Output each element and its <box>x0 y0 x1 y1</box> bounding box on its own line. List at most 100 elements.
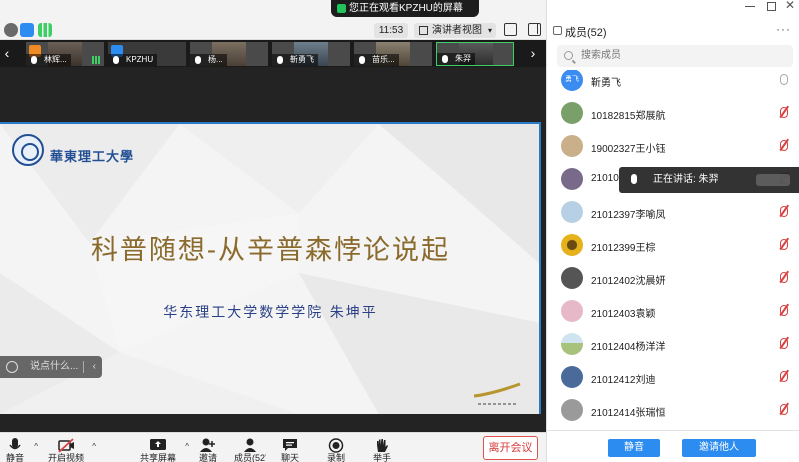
meeting-area: 您正在观看KPZHU的屏幕 11:53 演讲者视图 ▾ ‹ 林辉... KPZH… <box>0 0 546 462</box>
participant-list[interactable]: 勇飞 靳勇飞 10182815郑展航 19002327王小钰 21010 210… <box>547 70 799 426</box>
chat-input[interactable]: 说点什么... ‹ <box>0 356 102 378</box>
thumbnail-name: 苗乐... <box>372 55 395 64</box>
search-members-input[interactable] <box>557 45 793 67</box>
share-banner-text: 您正在观看KPZHU的屏幕 <box>349 3 463 14</box>
participant-name: 21012404杨洋洋 <box>591 342 666 353</box>
university-name: 華東理工大學 <box>50 150 135 165</box>
camera-off-icon <box>58 438 74 453</box>
record-label: 录制 <box>326 453 345 462</box>
mic-icon <box>277 56 283 64</box>
share-screen-button[interactable]: 共享屏幕 ^ <box>137 433 189 462</box>
active-speaker-text: 正在讲话: 朱羿 <box>653 174 719 185</box>
participant-row[interactable]: 21012404杨洋洋 <box>547 329 799 361</box>
chevron-left-icon[interactable]: ‹ <box>0 44 14 62</box>
minimize-icon[interactable] <box>745 6 755 7</box>
chevron-up-icon[interactable]: ^ <box>185 442 189 451</box>
share-screen-icon <box>150 439 166 450</box>
participant-name: 21012414张瑞恒 <box>591 408 666 419</box>
participant-row[interactable]: 21012402沈晨妍 <box>547 263 799 295</box>
divider <box>83 361 84 373</box>
video-thumbnail[interactable]: 苗乐... <box>354 42 432 66</box>
avatar: 勇飞 <box>561 70 583 91</box>
mic-icon <box>195 56 201 64</box>
participant-row[interactable]: 21012403袁颖 <box>547 296 799 328</box>
share-screen-label: 共享屏幕 <box>139 453 176 462</box>
participant-row[interactable]: 21012412刘迪 <box>547 362 799 394</box>
toggle-panel-button[interactable] <box>528 23 541 36</box>
raise-hand-icon <box>377 439 388 452</box>
avatar <box>561 168 583 190</box>
participant-row[interactable]: 21012397李喻凤 <box>547 197 799 229</box>
microphone-muted-icon[interactable] <box>780 404 788 415</box>
video-thumbnail[interactable]: 杨... <box>190 42 268 66</box>
mic-icon <box>31 56 37 64</box>
thumbnail-name: 杨... <box>208 55 223 64</box>
participant-row[interactable]: 19002327王小钰 <box>547 131 799 163</box>
thumbnail-name: 朱羿 <box>455 54 471 63</box>
microphone-muted-icon[interactable] <box>780 239 788 250</box>
microphone-icon <box>631 174 637 184</box>
microphone-muted-icon[interactable] <box>780 305 788 316</box>
participant-name: 靳勇飞 <box>591 78 621 89</box>
chevron-up-icon[interactable]: ^ <box>34 442 38 451</box>
microphone-muted-icon[interactable] <box>780 107 788 118</box>
participant-name: 21012412刘迪 <box>591 375 656 386</box>
start-video-button[interactable]: 开启视频 ^ <box>46 433 96 462</box>
invite-others-button[interactable]: 邀请他人 <box>682 439 756 457</box>
view-mode-button[interactable]: 演讲者视图 ▾ <box>414 23 496 38</box>
share-banner[interactable]: 您正在观看KPZHU的屏幕 <box>331 0 479 17</box>
chat-button[interactable]: 聊天 <box>278 433 302 462</box>
mic-icon <box>442 55 448 63</box>
mute-button[interactable]: 静音 ^ <box>2 433 38 462</box>
participant-row[interactable]: 10182815郑展航 <box>547 98 799 130</box>
security-shield-icon[interactable] <box>20 23 34 37</box>
slide-subtitle: 华东理工大学数学学院 朱坤平 <box>163 305 378 321</box>
video-thumbnail[interactable]: 林辉... <box>26 42 104 66</box>
microphone-muted-icon[interactable] <box>780 272 788 283</box>
panel-footer: 静音 邀请他人 <box>547 430 799 462</box>
video-thumbnail[interactable]: KPZHU <box>108 42 186 66</box>
signal-icon[interactable] <box>38 23 52 37</box>
participant-name: 21012399王棕 <box>591 243 656 254</box>
participant-name: 19002327王小钰 <box>591 144 666 155</box>
thumbnail-name: 靳勇飞 <box>290 55 314 64</box>
microphone-muted-icon[interactable] <box>780 338 788 349</box>
thumbnail-name: 林辉... <box>44 55 67 64</box>
close-icon[interactable]: ✕ <box>785 0 795 12</box>
record-button[interactable]: 录制 <box>324 433 348 462</box>
more-icon[interactable]: ··· <box>776 22 791 36</box>
microphone-muted-icon[interactable] <box>780 371 788 382</box>
chevron-left-icon[interactable]: ‹ <box>93 356 96 378</box>
invite-button-toolbar[interactable]: 邀请 <box>196 433 220 462</box>
microphone-muted-icon[interactable] <box>780 206 788 217</box>
grid-icon <box>419 26 428 35</box>
participants-icon <box>244 438 256 452</box>
fullscreen-button[interactable] <box>504 23 517 36</box>
avatar <box>561 333 583 355</box>
participant-row[interactable]: 21012414张瑞恒 <box>547 395 799 426</box>
screen-share-icon <box>337 4 346 13</box>
avatar <box>561 300 583 322</box>
participants-button[interactable]: 成员(52) <box>234 433 266 462</box>
participant-row[interactable]: 勇飞 靳勇飞 <box>547 70 799 97</box>
video-thumbnail[interactable]: 朱羿 <box>436 42 514 66</box>
raise-hand-button[interactable]: 举手 <box>370 433 394 462</box>
search-icon <box>564 51 573 60</box>
chevron-down-icon: ▾ <box>487 26 492 35</box>
meeting-time: 11:53 <box>374 23 408 38</box>
maximize-icon[interactable] <box>767 2 776 11</box>
participant-row[interactable]: 21012399王棕 <box>547 230 799 262</box>
chevron-right-icon[interactable]: › <box>526 44 540 62</box>
microphone-icon[interactable] <box>780 74 788 85</box>
info-icon[interactable] <box>4 23 18 37</box>
microphone-muted-icon[interactable] <box>780 140 788 151</box>
chat-label: 聊天 <box>280 453 299 462</box>
leave-meeting-button[interactable]: 离开会议 <box>483 436 538 460</box>
panel-header: 成员(52) ✕ ··· <box>547 0 799 42</box>
mute-all-button[interactable]: 静音 <box>608 439 660 457</box>
emoji-icon[interactable] <box>6 361 18 373</box>
chevron-up-icon[interactable]: ^ <box>92 442 96 451</box>
participant-name: 21012403袁颖 <box>591 309 656 320</box>
video-thumbnail[interactable]: 靳勇飞 <box>272 42 350 66</box>
participant-name: 21010 <box>591 173 619 184</box>
